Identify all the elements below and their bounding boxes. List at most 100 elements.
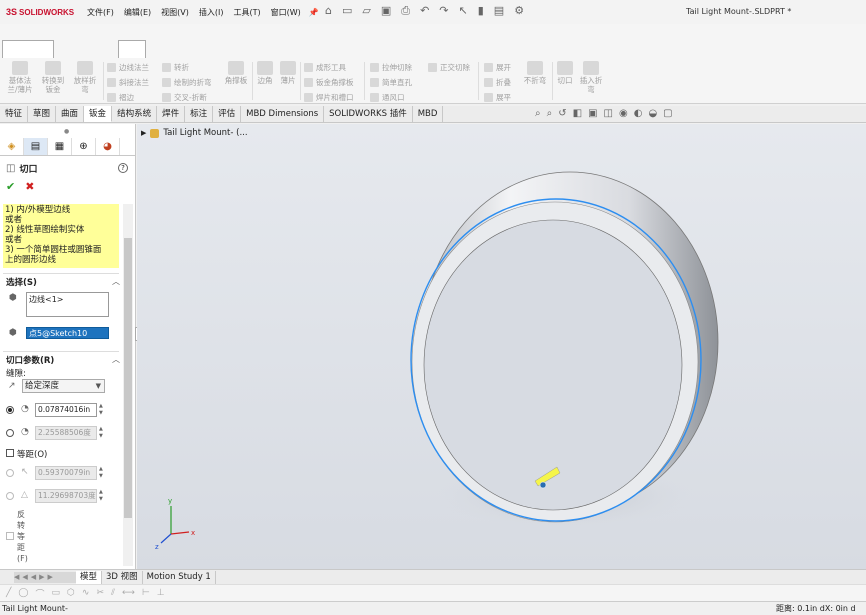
feature-manager-icon[interactable]: ◈ — [0, 138, 24, 155]
normal-cut-button[interactable]: 正交切除 — [428, 62, 470, 73]
edges-list-box[interactable]: 边线<1> — [26, 292, 109, 317]
sheet-metal-gusset-button[interactable]: 钣金角撑板 — [304, 77, 354, 88]
offset-angle-radio[interactable] — [6, 492, 14, 500]
edit-appearance-icon[interactable]: ◐ — [634, 108, 643, 120]
selection-section-title[interactable]: 选择(S) — [6, 276, 37, 288]
gap-distance-radio[interactable] — [6, 406, 14, 414]
scrollbar-thumb[interactable] — [124, 238, 132, 518]
fold-button[interactable]: 折叠 — [484, 77, 511, 88]
solidworks-logo[interactable]: 3S SOLIDWORKS — [0, 7, 82, 17]
unfold-button[interactable]: 展开 — [484, 62, 511, 73]
panel-grip[interactable]: ● — [64, 128, 69, 135]
view-settings-icon[interactable]: ▢ — [663, 108, 672, 120]
offset-angle-spinner[interactable]: ▲ ▼ — [99, 489, 106, 503]
display-style-icon[interactable]: ◫ — [604, 108, 613, 120]
view-orientation-icon[interactable]: ▣ — [588, 108, 597, 120]
apply-scene-icon[interactable]: ◒ — [648, 108, 657, 120]
dimxpert-manager-icon[interactable]: ⊕ — [72, 138, 96, 155]
no-bends-button[interactable]: 不折弯 — [520, 61, 550, 85]
tab-motion-study-1[interactable]: Motion Study 1 — [143, 570, 216, 584]
sketch-circle-icon[interactable]: ◯ — [18, 588, 28, 598]
sketch-spline-icon[interactable]: ∿ — [82, 588, 90, 598]
tab-mbd-dimensions[interactable]: MBD Dimensions — [241, 106, 325, 122]
sketch-trim-icon[interactable]: ✂ — [96, 588, 104, 598]
sketched-bend-button[interactable]: 绘制的折弯 — [162, 77, 212, 88]
section-view-icon[interactable]: ◧ — [573, 108, 582, 120]
tab-structure-system[interactable]: 结构系统 — [112, 106, 158, 122]
home-icon[interactable]: ⌂ — [325, 4, 332, 18]
save-icon[interactable]: ▣ — [381, 4, 391, 18]
menu-file[interactable]: 文件(F) — [82, 7, 119, 18]
hem-button[interactable]: 褶边 — [107, 92, 134, 103]
model-canvas[interactable]: y x z — [137, 124, 866, 569]
insert-bends-button[interactable]: 插入折 弯 — [576, 61, 606, 94]
jog-button[interactable]: 转折 — [162, 62, 189, 73]
select-icon[interactable]: ↖ — [459, 4, 468, 18]
panel-scrollbar[interactable] — [123, 204, 133, 566]
point-selection-field[interactable]: 点5@Sketch10 — [26, 327, 109, 339]
simple-hole-button[interactable]: 简单直孔 — [370, 77, 412, 88]
flatten-button[interactable]: 展平 — [484, 92, 511, 103]
tab-model[interactable]: 模型 — [76, 570, 103, 584]
sketch-mirror-icon[interactable]: ⟷ — [122, 588, 135, 598]
lofted-bend-button[interactable]: 放样折 弯 — [70, 61, 100, 94]
menu-tools[interactable]: 工具(T) — [228, 7, 265, 18]
sketch-dimension-icon[interactable]: ⊢ — [142, 588, 150, 598]
file-properties-icon[interactable]: ▤ — [494, 4, 504, 18]
tab-and-slot-button[interactable]: 焊片和槽口 — [304, 92, 354, 103]
offset-angle-input[interactable]: 11.29698703度 — [35, 489, 97, 503]
sketch-arc-icon[interactable]: ⌒ — [36, 587, 45, 600]
cancel-x-icon[interactable]: ✖ — [25, 180, 34, 193]
help-icon[interactable]: ? — [118, 163, 128, 173]
redo-icon[interactable]: ↷ — [439, 4, 448, 18]
gap-angle-input[interactable]: 2.25588506度 — [35, 426, 97, 440]
print-icon[interactable]: ⎙ — [401, 4, 410, 18]
miter-flange-button[interactable]: 斜接法兰 — [107, 77, 149, 88]
tab-mbd[interactable]: MBD — [413, 106, 444, 122]
extruded-cut-button[interactable]: 拉伸切除 — [370, 62, 412, 73]
open-file-icon[interactable]: ▱ — [362, 4, 370, 18]
tab-3d-views[interactable]: 3D 视图 — [102, 570, 143, 584]
offset-distance-radio[interactable] — [6, 469, 14, 477]
sketch-offset-icon[interactable]: ⫽ — [111, 588, 115, 598]
graphics-area[interactable]: ▶ Tail Light Mount- (... y x z — [137, 124, 866, 569]
end-condition-select[interactable]: 给定深度 ▼ — [22, 379, 105, 393]
menu-insert[interactable]: 插入(I) — [194, 7, 229, 18]
options-gear-icon[interactable]: ⚙ — [514, 4, 524, 18]
zoom-to-area-icon[interactable]: ⌕ — [547, 108, 553, 120]
previous-view-icon[interactable]: ↺ — [558, 108, 566, 120]
edge-flange-button[interactable]: 边线法兰 — [107, 62, 149, 73]
tab-sketch[interactable]: 草图 — [28, 106, 57, 122]
cut-parameters-section-title[interactable]: 切口参数(R) — [6, 354, 54, 366]
tab-scroll-arrows[interactable]: ◀◀◀▶▶ — [14, 571, 76, 583]
convert-to-sheet-metal-button[interactable]: 转换到 钣金 — [38, 61, 68, 94]
reverse-direction-icon[interactable]: ↗ — [8, 381, 16, 391]
tab-surfaces[interactable]: 曲面 — [56, 106, 85, 122]
gap-angle-spinner[interactable]: ▲ ▼ — [99, 426, 106, 440]
forming-tool-button[interactable]: 成形工具 — [304, 62, 346, 73]
menu-view[interactable]: 视图(V) — [156, 7, 194, 18]
offset-distance-input[interactable]: 0.59370079in — [35, 466, 97, 480]
vent-button[interactable]: 通风口 — [370, 92, 405, 103]
gap-distance-input[interactable]: 0.07874016in — [35, 403, 97, 417]
tab-weldments[interactable]: 焊件 — [157, 106, 186, 122]
rip-button[interactable]: 切口 — [554, 61, 576, 85]
configuration-manager-icon[interactable]: ▦ — [48, 138, 72, 155]
sketch-line-icon[interactable]: ╱ — [6, 588, 11, 598]
base-flange-button[interactable]: 基体法 兰/薄片 — [4, 61, 36, 94]
tab-features[interactable]: 特征 — [0, 106, 29, 122]
zoom-to-fit-icon[interactable]: ⌕ — [535, 108, 541, 120]
reverse-offset-checkbox[interactable] — [6, 532, 14, 540]
property-manager-icon[interactable]: ▤ — [24, 138, 48, 155]
display-manager-icon[interactable]: ◕ — [96, 138, 120, 155]
undo-icon[interactable]: ↶ — [420, 4, 429, 18]
equal-distance-label[interactable]: 等距(O) — [17, 448, 47, 460]
tab-feature-button[interactable]: 薄片 — [278, 61, 298, 85]
sketch-polygon-icon[interactable]: ⬡ — [67, 588, 75, 598]
gap-distance-spinner[interactable]: ▲ ▼ — [99, 403, 106, 417]
tab-sheet-metal[interactable]: 钣金 — [84, 106, 113, 122]
selected-point-marker[interactable] — [539, 481, 547, 489]
chevron-up-icon[interactable]: ︿ — [112, 354, 120, 365]
gusset-button[interactable]: 角撑板 — [222, 61, 250, 85]
sketch-rectangle-icon[interactable]: ▭ — [52, 588, 61, 598]
